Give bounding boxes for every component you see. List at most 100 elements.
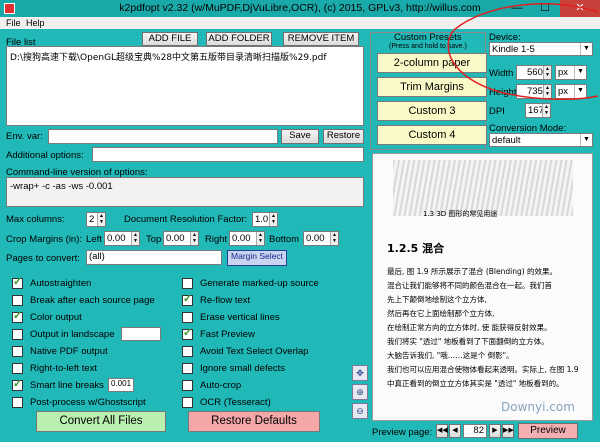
crop-bottom-label: Bottom [269,234,300,245]
option-label: Re-flow text [200,295,251,306]
add-file-button[interactable]: ADD FILE [142,32,198,46]
cmdline-textarea[interactable]: -wrap+ -c -as -ws -0.001 [6,177,364,207]
option-label: Autostraighten [30,278,92,289]
doc-res-spinner[interactable]: 1.0 ▲ ▼ [252,212,278,227]
spin-arrows-icon[interactable]: ▲ ▼ [256,232,264,245]
checkbox[interactable] [12,377,23,391]
landscape-value-input[interactable] [121,327,161,341]
crop-bottom-value: 0.00 [306,233,325,244]
menu-file[interactable]: File [6,17,21,29]
conversion-mode-select[interactable]: default ▼ [489,133,593,147]
smart-line-breaks-input[interactable]: 0.001 [108,378,134,392]
spin-arrows-icon[interactable]: ▲ ▼ [269,213,277,226]
crop-left-spinner[interactable]: 0.00 ▲ ▼ [104,231,140,246]
max-columns-spinner[interactable]: 2 ▲ ▼ [86,212,106,227]
pages-label: Pages to convert: [6,253,80,264]
body-line: 先上下颠倒地绘制这个立方体, [387,295,487,304]
crop-margins-label: Crop Margins (in): [6,234,83,245]
checkbox[interactable] [182,312,193,323]
prev-page-icon[interactable]: ◀ [449,424,461,438]
body-line: 然后再在它上面绘制那个立方体, [387,309,495,318]
zoom-out-icon[interactable]: ⊖ [352,403,368,419]
convert-all-button[interactable]: Convert All Files [36,411,166,432]
doc-res-value: 1.0 [255,214,269,225]
max-columns-value: 2 [89,214,95,225]
body-line: 混合让我们能够将不同的颜色混合在一起。我们首 [387,281,552,290]
checkbox[interactable] [12,329,23,340]
menu-help[interactable]: Help [26,17,45,29]
option-label: Generate marked-up source [200,278,319,289]
checkbox[interactable] [182,278,193,289]
max-columns-label: Max columns: [6,214,65,225]
first-page-icon[interactable]: ◀◀ [436,424,448,438]
env-var-input[interactable] [48,129,278,144]
spin-arrows-icon[interactable]: ▲ ▼ [131,232,139,245]
annotation-circle [447,3,599,100]
checkbox[interactable] [12,295,23,306]
preset-custom-4-button[interactable]: Custom 4 [377,125,487,145]
checkbox[interactable] [12,363,23,374]
crop-bottom-spinner[interactable]: 0.00 ▲ ▼ [303,231,339,246]
option-label: Color output [30,312,82,323]
body-line: 我们也可以应用混合使物体看起来透明。实际上, 在图 1.9 [387,365,579,374]
option-label: Fast Preview [200,329,255,340]
option-label: Avoid Text Select Overlap [200,346,309,357]
spin-arrows-icon[interactable]: ▲ ▼ [190,232,198,245]
crop-right-value: 0.00 [232,233,251,244]
crop-right-label: Right [205,234,228,245]
checkbox[interactable] [182,292,193,306]
option-label: OCR (Tesseract) [200,397,271,408]
last-page-icon[interactable]: ▶▶ [502,424,514,438]
pages-input[interactable]: (all) [86,250,222,265]
crop-top-spinner[interactable]: 0.00 ▲ ▼ [163,231,199,246]
option-label: Auto-crop [200,380,242,391]
checkbox[interactable] [182,397,193,408]
option-label: Right-to-left text [30,363,98,374]
file-list-item[interactable]: D:\搜狗高速下载\OpenGL超级宝典%28中文第五版带目录清晰扫描版%29.… [7,47,363,66]
option-label: Output in landscape [30,329,115,340]
checkbox[interactable] [182,326,193,340]
file-list-box[interactable]: D:\搜狗高速下载\OpenGL超级宝典%28中文第五版带目录清晰扫描版%29.… [6,46,364,126]
restore-defaults-button[interactable]: Restore Defaults [188,411,320,432]
env-restore-button[interactable]: Restore [323,129,364,144]
crop-left-label: Left [86,234,102,245]
chevron-down-icon[interactable]: ▼ [580,134,592,146]
option-label: Smart line breaks [30,380,104,391]
body-line: 最后, 图 1.9 所示展示了混合 (Blending) 的效果。 [387,267,558,276]
checkbox[interactable] [12,397,23,408]
additional-options-input[interactable] [92,147,364,162]
figure-caption: 1.3 3D 图形的常见用途 [423,210,498,218]
env-save-button[interactable]: Save [281,129,319,144]
spin-arrows-icon[interactable]: ▲ ▼ [330,232,338,245]
checkbox[interactable] [182,380,193,391]
fit-icon[interactable]: ✥ [352,365,368,381]
checkbox[interactable] [182,363,193,374]
conversion-mode-value: default [492,135,521,146]
checkbox[interactable] [182,346,193,357]
zoom-in-icon[interactable]: ⊕ [352,384,368,400]
doc-res-label: Document Resolution Factor: [124,214,248,225]
next-page-icon[interactable]: ▶ [489,424,501,438]
add-folder-button[interactable]: ADD FOLDER [206,32,272,46]
body-line: 中真正看到的倒立立方体其实是 "透过" 地板看到的。 [387,379,564,388]
page-number-input[interactable]: 82 [463,424,487,438]
main-window: k2pdfopt v2.32 (w/MuPDF,DjVuLibre,OCR), … [0,0,600,442]
checkbox[interactable] [12,309,23,323]
body-line: 我们将实 "透过" 地板看到了下面翻倒的立方体。 [387,337,549,346]
option-label: Erase vertical lines [200,312,280,323]
option-label: Ignore small defects [200,363,286,374]
preview-button[interactable]: Preview [518,423,578,439]
option-label: Native PDF output [30,346,108,357]
checkbox[interactable] [12,275,23,289]
crop-right-spinner[interactable]: 0.00 ▲ ▼ [229,231,265,246]
option-label: Break after each source page [30,295,155,306]
crop-top-label: Top [146,234,162,245]
crop-left-value: 0.00 [107,233,126,244]
preview-page-label: Preview page: [372,427,433,438]
figure-image [393,160,573,216]
margin-select-button[interactable]: Margin Select [227,250,287,266]
spin-arrows-icon[interactable]: ▲ ▼ [97,213,105,226]
remove-item-button[interactable]: REMOVE ITEM [283,32,359,46]
checkbox[interactable] [12,346,23,357]
preview-pane: 1.3 3D 图形的常见用途 1.2.5 混合 最后, 图 1.9 所示展示了混… [372,153,593,421]
